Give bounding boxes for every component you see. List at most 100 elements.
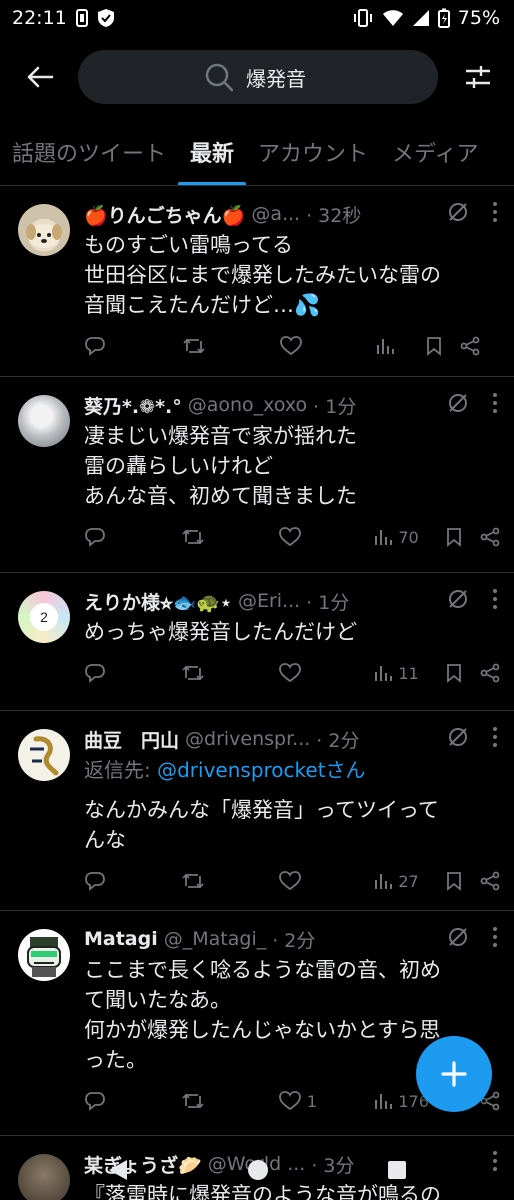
retweet-button[interactable] <box>181 1091 272 1111</box>
retweet-icon <box>182 665 205 681</box>
grok-icon[interactable] <box>446 200 470 224</box>
reply-mention-link[interactable]: @drivensprocketさん <box>157 758 365 782</box>
clock: 22:11 <box>12 7 67 29</box>
tweet-actions <box>84 320 500 372</box>
tab-top[interactable]: 話題のツイート <box>0 118 178 185</box>
tweet-text: なんかみんな「爆発音」ってツイって んな <box>84 798 439 852</box>
wifi-icon <box>382 9 404 27</box>
author-name[interactable]: 葵乃*.❁*.° <box>84 392 182 419</box>
views-button[interactable]: 70 <box>374 528 434 547</box>
author-name[interactable]: 🍎りんごちゃん🍎 <box>84 201 245 228</box>
nav-back-icon[interactable] <box>107 1158 129 1182</box>
more-icon[interactable] <box>492 392 498 414</box>
grok-icon[interactable] <box>446 725 470 749</box>
tab-accounts[interactable]: アカウント <box>246 118 380 185</box>
tweet[interactable]: 🍎りんごちゃん🍎 @a... · 32秒 ものすごい雷鳴ってる 世田谷区にまで爆… <box>0 186 514 377</box>
search-query: 爆発音 <box>246 66 306 91</box>
back-button[interactable] <box>24 61 56 93</box>
heart-icon <box>279 527 301 547</box>
tweet-text: 凄まじい爆発音で家が揺れた 雷の轟らしいけれど あんな音、初めて聞きました <box>84 424 357 508</box>
vibrate-icon <box>352 9 374 27</box>
more-icon[interactable] <box>492 201 498 223</box>
share-icon <box>460 336 480 356</box>
retweet-button[interactable] <box>181 527 272 547</box>
retweet-button[interactable] <box>181 871 272 891</box>
more-icon[interactable] <box>492 926 498 948</box>
like-button[interactable] <box>279 663 370 683</box>
bookmark-button[interactable] <box>426 336 442 356</box>
system-nav-bar <box>0 1140 514 1200</box>
avatar[interactable] <box>18 395 70 447</box>
more-icon[interactable] <box>492 726 498 748</box>
reply-button[interactable] <box>84 1091 175 1111</box>
compose-tweet-button[interactable] <box>416 1036 492 1112</box>
heart-icon <box>279 1091 301 1111</box>
author-name[interactable]: 曲豆 円山 <box>84 726 179 753</box>
tweet[interactable]: 葵乃*.❁*.° @aono_xoxo · 1分 凄まじい爆発音で家が揺れた 雷… <box>0 377 514 573</box>
share-icon <box>480 871 500 891</box>
battery-icon <box>437 8 450 28</box>
reply-button[interactable] <box>84 336 176 356</box>
avatar[interactable] <box>18 729 70 781</box>
reply-button[interactable] <box>84 871 175 891</box>
tweet[interactable]: 2 えりか様⭐︎🐟🐢⋆ @Eri... · 1分 めっちゃ爆発音したんだけど 1… <box>0 573 514 711</box>
share-button[interactable] <box>480 663 500 683</box>
like-button[interactable] <box>279 527 370 547</box>
avatar[interactable]: 2 <box>18 591 70 643</box>
grok-icon[interactable] <box>446 391 470 415</box>
bookmark-icon <box>447 528 461 547</box>
views-button[interactable] <box>376 337 414 355</box>
nav-recents-icon[interactable] <box>387 1160 407 1180</box>
reply-button[interactable] <box>84 663 175 683</box>
tweet[interactable]: 曲豆 円山 @drivenspr... · 2分 返信先: @drivenspr… <box>0 711 514 911</box>
reply-icon <box>85 1092 105 1111</box>
tweet-time: · 1分 <box>306 591 350 614</box>
author-handle: @_Matagi_ <box>163 928 267 950</box>
reply-icon <box>85 337 105 356</box>
avatar[interactable] <box>18 929 70 981</box>
heart-icon <box>279 871 301 891</box>
views-icon <box>375 666 393 681</box>
battery-level: 75% <box>457 7 500 29</box>
share-icon <box>480 527 500 547</box>
author-name[interactable]: えりか様⭐︎🐟🐢⋆ <box>84 588 232 615</box>
bookmark-icon <box>447 872 461 891</box>
like-button[interactable]: 1 <box>279 1091 370 1111</box>
reply-icon <box>85 528 105 547</box>
views-button[interactable]: 11 <box>374 664 434 683</box>
tweet-time: · 2分 <box>272 929 316 952</box>
bookmark-button[interactable] <box>446 871 462 891</box>
reply-icon <box>85 872 105 891</box>
like-button[interactable] <box>280 336 372 356</box>
tweet-time: · 32秒 <box>306 204 362 227</box>
heart-icon <box>279 663 301 683</box>
nav-home-icon[interactable] <box>247 1159 269 1181</box>
bookmark-button[interactable] <box>446 527 462 547</box>
bookmark-button[interactable] <box>446 663 462 683</box>
search-input[interactable]: 爆発音 <box>78 50 438 104</box>
like-button[interactable] <box>279 871 370 891</box>
reply-button[interactable] <box>84 527 175 547</box>
retweet-button[interactable] <box>181 663 272 683</box>
reply-prefix: 返信先: <box>84 758 158 782</box>
share-button[interactable] <box>460 336 480 356</box>
retweet-button[interactable] <box>182 336 274 356</box>
share-button[interactable] <box>480 871 500 891</box>
avatar[interactable] <box>18 204 70 256</box>
tab-media[interactable]: メディア <box>380 118 490 185</box>
grok-icon[interactable] <box>446 587 470 611</box>
more-icon[interactable] <box>492 588 498 610</box>
search-settings-button[interactable] <box>462 61 494 93</box>
share-icon <box>480 663 500 683</box>
share-button[interactable] <box>480 527 500 547</box>
grok-icon[interactable] <box>446 925 470 949</box>
bookmark-icon <box>427 337 441 356</box>
author-name[interactable]: Matagi <box>84 928 158 950</box>
tab-latest[interactable]: 最新 <box>178 118 247 185</box>
views-button[interactable]: 27 <box>374 872 434 891</box>
svg-text:2: 2 <box>40 609 48 625</box>
views-icon <box>377 339 394 354</box>
retweet-icon <box>182 529 205 545</box>
shield-icon <box>97 8 115 28</box>
tweet-actions: 11 <box>84 647 500 699</box>
